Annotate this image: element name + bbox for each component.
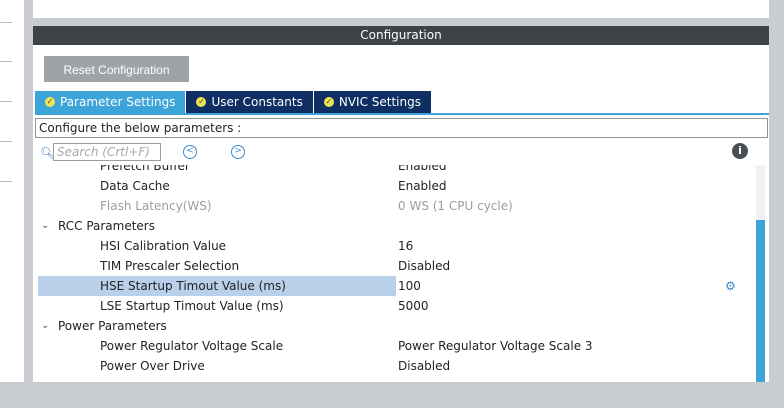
chevron-down-icon[interactable]: ⌄ bbox=[41, 316, 49, 336]
param-value: 16 bbox=[398, 239, 414, 253]
left-panel bbox=[0, 0, 25, 382]
param-row-tim-prescaler[interactable]: TIM Prescaler Selection Disabled bbox=[33, 256, 755, 276]
param-value: Enabled bbox=[398, 179, 447, 193]
gear-icon[interactable]: ⚙︎ bbox=[725, 276, 736, 296]
tab-bar: ✓ Parameter Settings ✓ User Constants ✓ … bbox=[35, 91, 432, 113]
tab-user-constants[interactable]: ✓ User Constants bbox=[186, 91, 313, 113]
group-rcc-parameters[interactable]: ⌄ RCC Parameters bbox=[33, 216, 755, 236]
reset-configuration-button[interactable]: Reset Configuration bbox=[44, 56, 189, 82]
param-row-lse-startup-timeout[interactable]: LSE Startup Timout Value (ms) 5000 bbox=[33, 296, 755, 316]
group-name: RCC Parameters bbox=[58, 219, 155, 233]
scrollbar-thumb[interactable] bbox=[756, 220, 765, 382]
configuration-body: Reset Configuration ✓ Parameter Settings… bbox=[33, 45, 769, 382]
param-row-power-over-drive[interactable]: Power Over Drive Disabled bbox=[33, 356, 755, 376]
param-name: TIM Prescaler Selection bbox=[100, 259, 240, 273]
param-value[interactable]: 100 bbox=[398, 276, 421, 296]
tab-label: User Constants bbox=[211, 95, 303, 109]
param-row-hsi-calibration[interactable]: HSI Calibration Value 16 bbox=[33, 236, 755, 256]
param-row-flash-latency: Flash Latency(WS) 0 WS (1 CPU cycle) bbox=[33, 196, 755, 216]
parameters-description: Configure the below parameters : bbox=[35, 118, 768, 138]
left-panel-divider bbox=[0, 61, 12, 62]
param-name: HSE Startup Timout Value (ms) bbox=[100, 279, 286, 293]
panel-gutter bbox=[24, 0, 33, 382]
group-name: Power Parameters bbox=[58, 319, 167, 333]
param-row-data-cache[interactable]: Data Cache Enabled bbox=[33, 176, 755, 196]
param-value: Enabled bbox=[398, 165, 447, 173]
group-power-parameters[interactable]: ⌄ Power Parameters bbox=[33, 316, 755, 336]
param-name: HSI Calibration Value bbox=[100, 239, 227, 253]
search-next-icon[interactable]: > bbox=[231, 145, 245, 159]
check-icon: ✓ bbox=[196, 97, 207, 107]
tab-label: Parameter Settings bbox=[60, 95, 176, 109]
left-panel-divider bbox=[0, 181, 12, 182]
tab-nvic-settings[interactable]: ✓ NVIC Settings bbox=[313, 91, 431, 113]
param-name: Power Regulator Voltage Scale bbox=[100, 339, 284, 353]
param-name: Prefetch Buffer bbox=[100, 165, 190, 173]
param-row-hse-startup-timeout[interactable]: HSE Startup Timout Value (ms) 100 ⚙︎ bbox=[33, 276, 755, 296]
top-panel bbox=[33, 0, 769, 18]
left-panel-divider bbox=[0, 141, 12, 142]
search-row: 🔍︎ < > i bbox=[39, 143, 759, 163]
param-name: Data Cache bbox=[100, 179, 170, 193]
info-icon[interactable]: i bbox=[732, 143, 748, 159]
param-value: 0 WS (1 CPU cycle) bbox=[398, 199, 513, 213]
right-gutter bbox=[769, 0, 784, 408]
search-input[interactable] bbox=[53, 143, 161, 161]
tab-underline bbox=[35, 113, 769, 115]
check-icon: ✓ bbox=[323, 97, 334, 107]
param-value: Disabled bbox=[398, 259, 451, 273]
left-panel-divider bbox=[0, 101, 12, 102]
left-panel-divider bbox=[0, 22, 12, 23]
chevron-down-icon[interactable]: ⌄ bbox=[41, 216, 49, 236]
parameter-list: Prefetch Buffer Enabled Data Cache Enabl… bbox=[33, 165, 755, 382]
bottom-bar bbox=[0, 382, 784, 408]
param-name: Power Over Drive bbox=[100, 359, 205, 373]
param-row-power-regulator-voltage-scale[interactable]: Power Regulator Voltage Scale Power Regu… bbox=[33, 336, 755, 356]
tab-parameter-settings[interactable]: ✓ Parameter Settings bbox=[35, 91, 186, 113]
param-name: Flash Latency(WS) bbox=[100, 199, 212, 213]
configuration-header: Configuration bbox=[33, 26, 769, 45]
param-value: Power Regulator Voltage Scale 3 bbox=[398, 339, 593, 353]
check-icon: ✓ bbox=[45, 97, 55, 107]
tab-label: NVIC Settings bbox=[338, 95, 421, 109]
param-value: 5000 bbox=[398, 299, 429, 313]
search-previous-icon[interactable]: < bbox=[183, 145, 197, 159]
param-value: Disabled bbox=[398, 359, 451, 373]
param-name: LSE Startup Timout Value (ms) bbox=[100, 299, 284, 313]
param-row-prefetch-buffer[interactable]: Prefetch Buffer Enabled bbox=[33, 165, 755, 176]
